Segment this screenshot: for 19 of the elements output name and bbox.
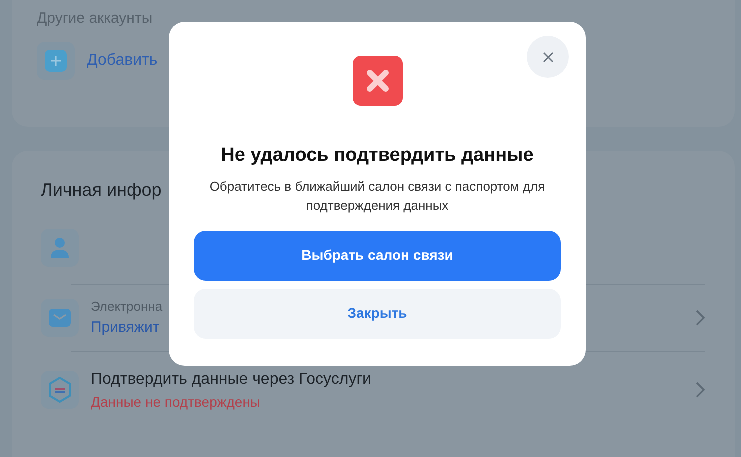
close-button[interactable] bbox=[527, 36, 569, 78]
verification-status: Данные не подтверждены bbox=[91, 392, 260, 412]
dialog-title: Не удалось подтвердить данные bbox=[221, 144, 534, 168]
section-heading: Личная инфор bbox=[41, 179, 162, 202]
add-account-link[interactable]: Добавить bbox=[87, 48, 158, 72]
chevron-right-icon bbox=[696, 382, 705, 398]
gosuslugi-label: Подтвердить данные через Госуслуги bbox=[91, 370, 372, 390]
dialog-message: Обратитесь в ближайший салон связи с паспортом для подтверждения данных bbox=[208, 178, 546, 214]
select-store-button[interactable]: Выбрать салон связи bbox=[194, 230, 561, 280]
error-icon bbox=[352, 56, 402, 106]
person-icon bbox=[51, 237, 69, 259]
envelope-icon bbox=[49, 309, 71, 327]
chevron-right-icon bbox=[696, 310, 705, 326]
close-icon bbox=[542, 52, 554, 62]
email-label: Электронна bbox=[91, 298, 163, 316]
dialog-close-button[interactable]: Закрыть bbox=[194, 288, 561, 338]
plus-icon bbox=[45, 50, 67, 72]
bind-email-link[interactable]: Привяжит bbox=[91, 316, 160, 339]
hexagon-logo-icon bbox=[48, 377, 72, 403]
